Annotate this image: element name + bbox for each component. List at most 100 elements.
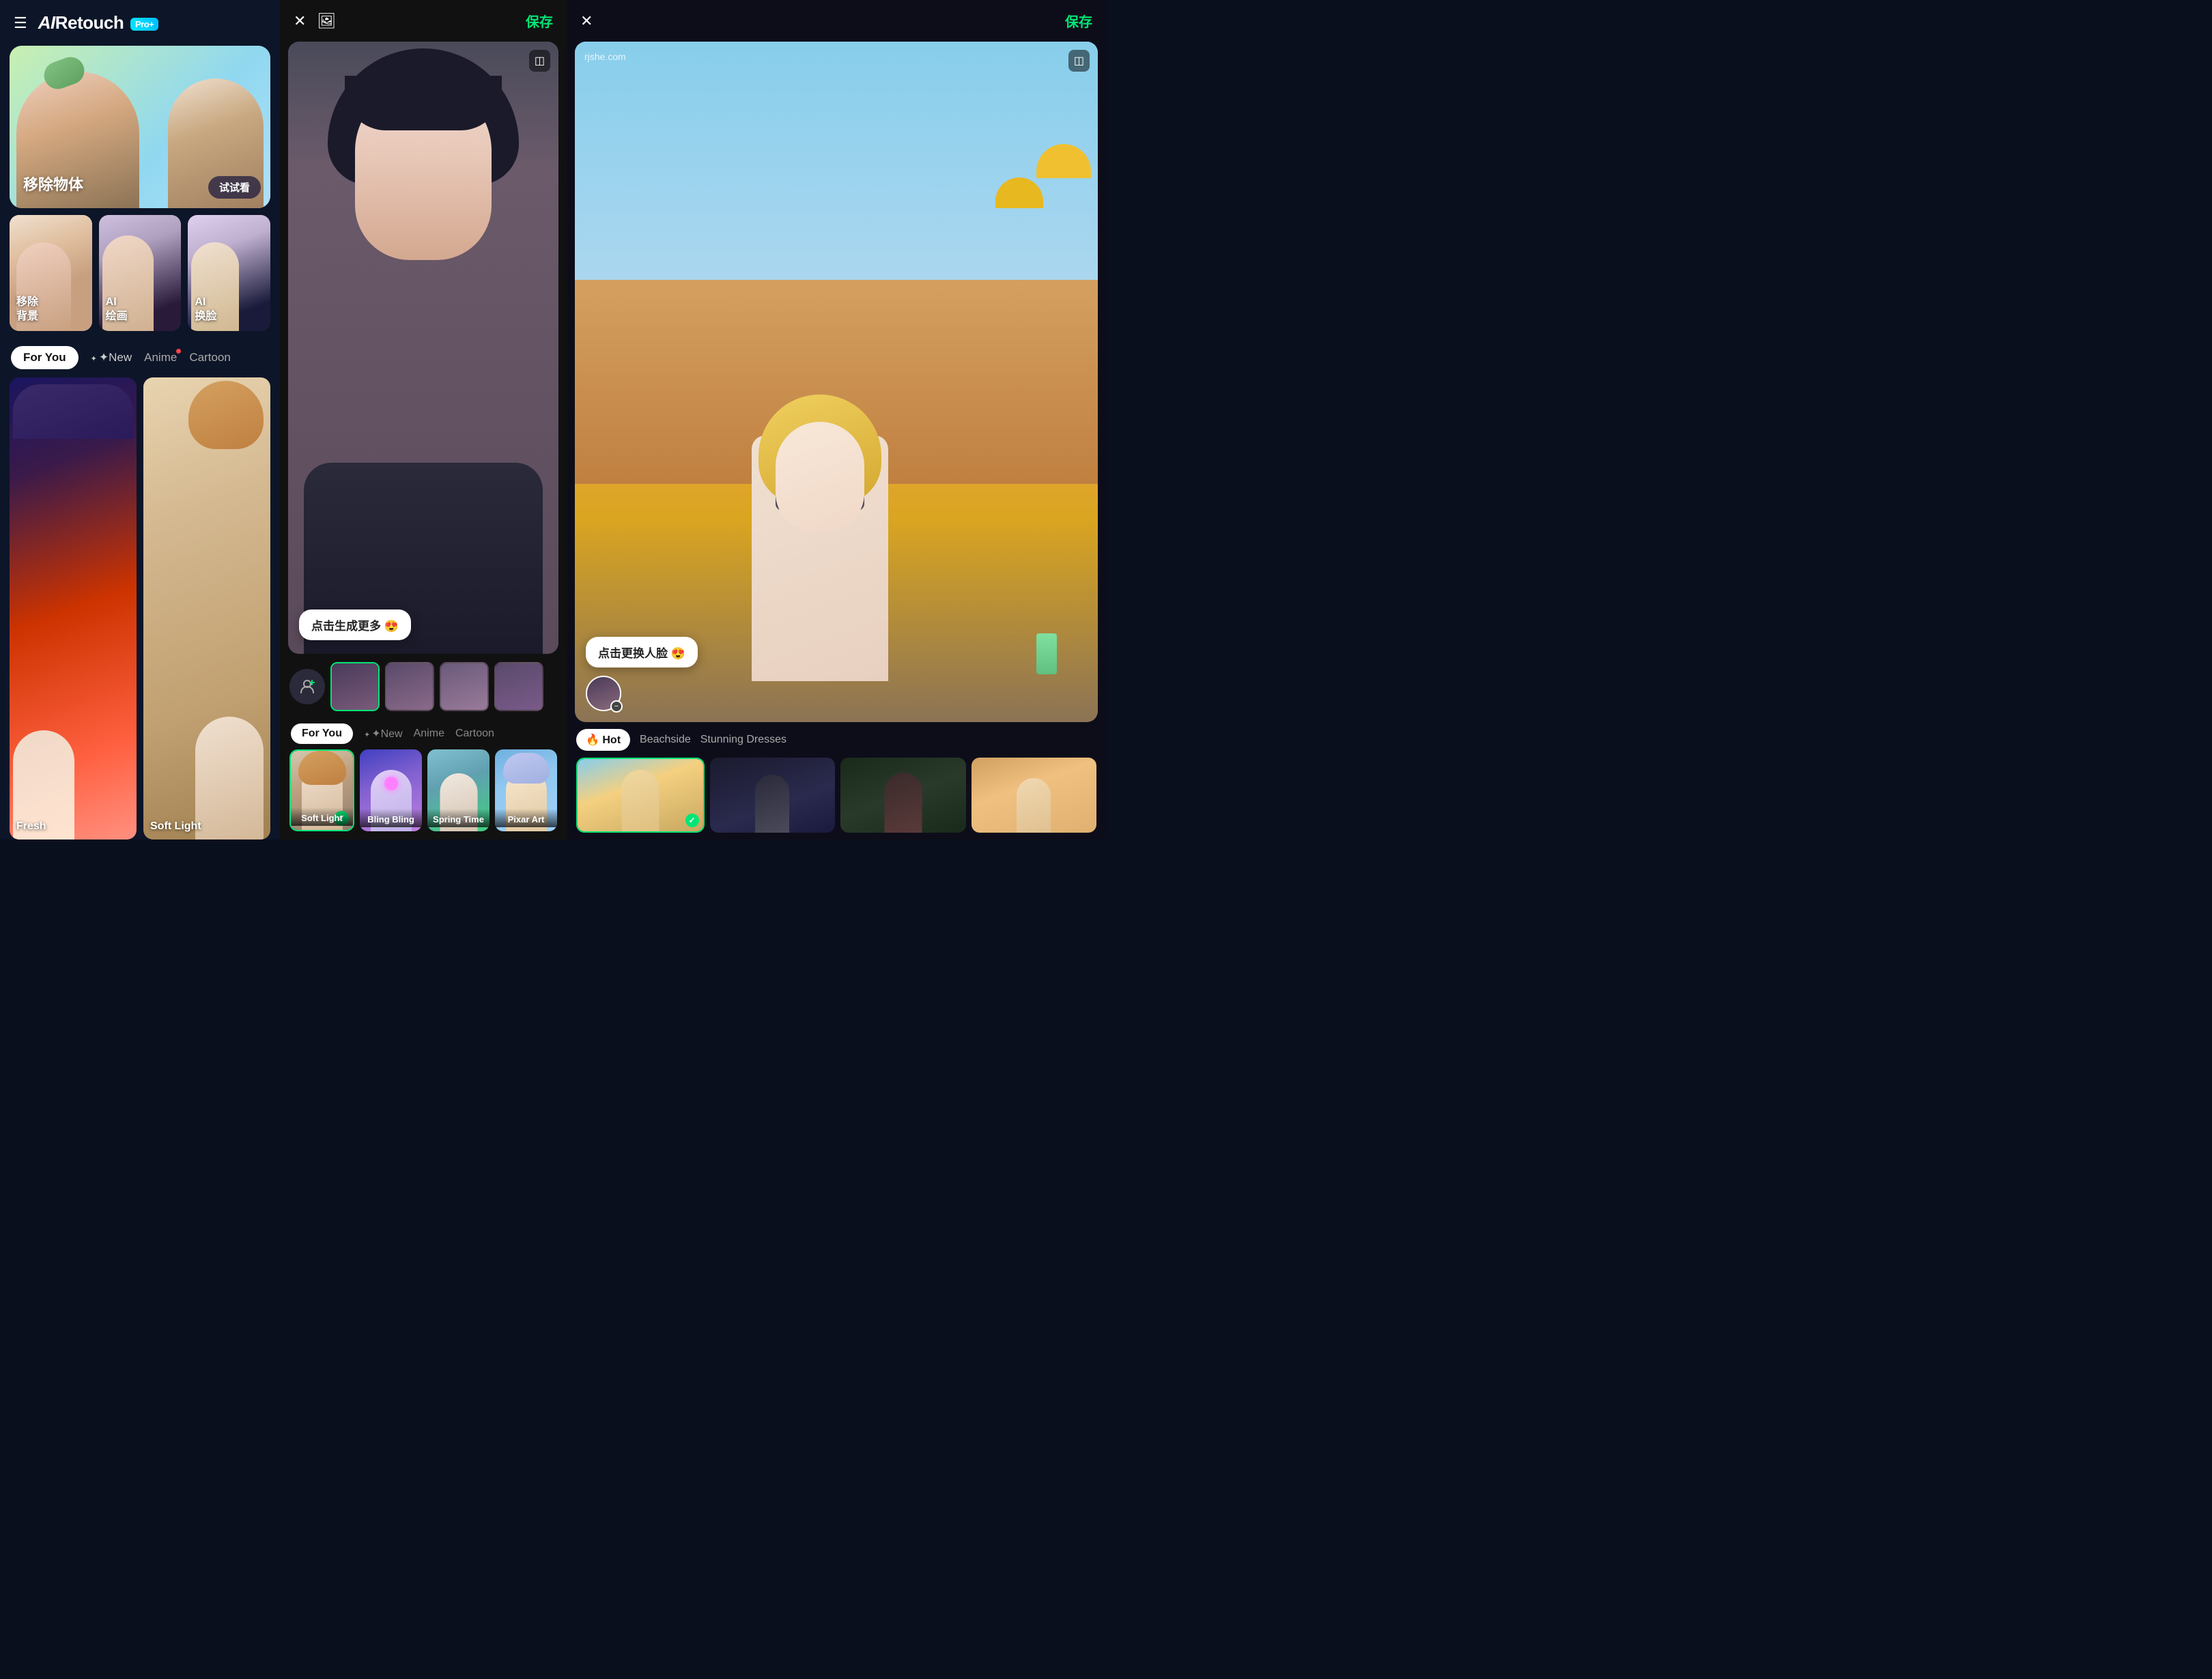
style-soft-light[interactable]: ✓ Soft Light: [289, 749, 354, 831]
mid-thumbnails: [280, 654, 567, 719]
feature-label-remove-bg: 移除背景: [16, 296, 38, 324]
softlight-image: [143, 377, 270, 840]
thumb-beach-image-4: [972, 758, 1097, 833]
feature-card-ai-paint[interactable]: AI绘画: [99, 215, 182, 331]
thumb-check-icon: ✓: [685, 814, 699, 827]
app-logo: AIRetouch Pro+: [38, 12, 159, 33]
left-col-1: Fresh: [10, 377, 137, 840]
thumb-beach-image-1: [578, 759, 703, 831]
fresh-image: [10, 377, 137, 840]
mid-compare-button[interactable]: ◫: [529, 50, 550, 72]
thumb-image-4: [496, 663, 542, 710]
mid-close-icon[interactable]: ✕: [294, 12, 306, 30]
left-panel: ☰ AIRetouch Pro+ 移除物体 试试看 移除背景 AI绘画: [0, 0, 280, 840]
mid-bangs: [345, 76, 502, 130]
bling-glow: [384, 777, 398, 790]
thumb-image-1: [332, 663, 378, 710]
tab-cartoon[interactable]: Cartoon: [189, 351, 230, 364]
avatar-dot: −: [610, 700, 623, 713]
real-girl: [195, 717, 264, 840]
style-hair: [298, 751, 346, 785]
left-header: ☰ AIRetouch Pro+: [0, 0, 280, 46]
banner-card: 移除物体 试试看: [10, 46, 270, 208]
style-bling-bling[interactable]: Bling Bling: [360, 749, 422, 831]
right-person-body: [738, 394, 902, 681]
mid-save-button[interactable]: 保存: [526, 11, 553, 31]
watermark: rjshe.com: [584, 51, 626, 62]
mid-tabs: For You ✦New Anime Cartoon: [280, 719, 567, 749]
anime-hair: [13, 384, 133, 439]
banner-try-button[interactable]: 试试看: [208, 176, 261, 199]
feature-card-remove-bg[interactable]: 移除背景: [10, 215, 92, 331]
style-name-soft-light: Soft Light: [291, 807, 353, 826]
right-compare-button[interactable]: ◫: [1068, 50, 1090, 72]
right-close-icon[interactable]: ✕: [580, 12, 593, 30]
feature-label-ai-face: AI换脸: [195, 296, 216, 324]
right-thumb-4[interactable]: [972, 758, 1097, 833]
beach-person-2: [755, 775, 789, 833]
right-bottom: 🔥 Hot Beachside Stunning Dresses ✓: [567, 722, 1106, 840]
anime-dot: [176, 349, 181, 354]
click-face-bubble[interactable]: 点击更换人脸 😍: [586, 637, 698, 668]
fresh-label: Fresh: [16, 820, 46, 833]
tab-new[interactable]: ✦New: [91, 351, 132, 364]
tab-stunning-dresses[interactable]: Stunning Dresses: [700, 734, 786, 746]
feature-label-ai-paint: AI绘画: [106, 296, 128, 324]
left-col-2: Soft Light: [143, 377, 270, 840]
mid-header: ✕ 🖼 保存: [280, 0, 567, 42]
tab-hot[interactable]: 🔥 Hot: [576, 729, 630, 751]
thumb-beach-image-2: [710, 758, 836, 833]
menu-icon[interactable]: ☰: [14, 14, 27, 32]
style-pixar-art[interactable]: Pixar Art: [495, 749, 557, 831]
right-thumb-2[interactable]: [710, 758, 836, 833]
left-tabs: For You ✦New Anime Cartoon: [0, 339, 280, 377]
softlight-label: Soft Light: [150, 820, 201, 833]
mid-image-icon[interactable]: 🖼: [317, 12, 336, 30]
thumb-selected[interactable]: [330, 662, 380, 711]
real-hair: [188, 381, 264, 449]
right-main-image: rjshe.com ◫ 点击更换人脸 😍 −: [575, 42, 1098, 722]
left-content-grid: Fresh Soft Light: [0, 377, 280, 840]
beach-person: [621, 770, 659, 831]
feature-card-ai-face[interactable]: AI换脸: [188, 215, 270, 331]
right-thumb-1[interactable]: ✓: [576, 758, 705, 833]
right-thumb-grid: ✓: [576, 758, 1096, 833]
softlight-card[interactable]: Soft Light: [143, 377, 270, 840]
fresh-card[interactable]: Fresh: [10, 377, 137, 840]
person-add-button[interactable]: [289, 669, 325, 704]
feature-grid: 移除背景 AI绘画 AI换脸: [0, 215, 280, 339]
mid-tab-for-you[interactable]: For You: [291, 723, 353, 744]
beach-person-3: [884, 773, 922, 833]
right-tabs: 🔥 Hot Beachside Stunning Dresses: [576, 729, 1096, 751]
right-panel: ✕ 保存 rjshe.com ◫ 点击更换人脸 😍 −: [567, 0, 1106, 840]
tab-anime[interactable]: Anime: [144, 351, 177, 364]
pro-badge: Pro+: [130, 18, 158, 31]
click-more-bubble[interactable]: 点击生成更多 😍: [299, 609, 411, 640]
thumb-image-3: [441, 663, 487, 710]
person-add-icon: [298, 678, 316, 695]
thumb-image-2: [386, 663, 433, 710]
style-spring-time[interactable]: Spring Time: [427, 749, 490, 831]
thumb-3[interactable]: [440, 662, 489, 711]
style-name-spring: Spring Time: [427, 809, 490, 827]
style-name-pixar: Pixar Art: [495, 809, 557, 827]
thumb-beach-image-3: [840, 758, 966, 833]
middle-panel: ✕ 🖼 保存 ◫ 点击生成更多 😍: [280, 0, 567, 840]
banner-label: 移除物体: [23, 173, 83, 195]
style-name-bling: Bling Bling: [360, 809, 422, 827]
right-header: ✕ 保存: [567, 0, 1106, 42]
thumb-4[interactable]: [494, 662, 543, 711]
mid-style-grid: ✓ Soft Light Bling Bling Spring Time Pix…: [280, 749, 567, 840]
drink-glass: [1036, 633, 1057, 674]
beach-person-4: [1017, 778, 1051, 833]
mid-tab-new[interactable]: ✦New: [364, 727, 403, 741]
pixar-hair: [503, 753, 550, 784]
tab-beachside[interactable]: Beachside: [640, 734, 691, 746]
right-thumb-3[interactable]: [840, 758, 966, 833]
mid-main-image: ◫ 点击生成更多 😍: [288, 42, 558, 654]
right-save-button[interactable]: 保存: [1065, 11, 1092, 31]
mid-tab-anime[interactable]: Anime: [414, 728, 444, 740]
mid-tab-cartoon[interactable]: Cartoon: [455, 728, 494, 740]
thumb-2[interactable]: [385, 662, 434, 711]
tab-for-you[interactable]: For You: [11, 346, 79, 369]
